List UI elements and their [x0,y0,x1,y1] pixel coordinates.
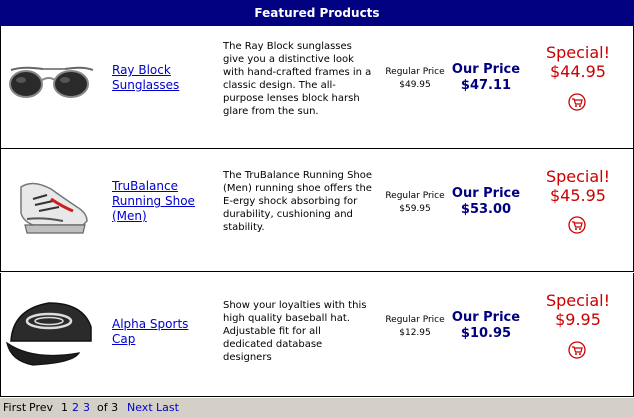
baseball-cap-image[interactable] [3,283,101,383]
page-number-link[interactable]: 3 [83,398,90,417]
regular-price-block: Regular Price $59.95 [381,190,449,216]
product-description: Show your loyalties with this high quali… [223,300,367,363]
first-page-text: First [3,401,27,414]
sunglasses-image[interactable] [3,36,101,136]
product-name-link[interactable]: TruBalance Running Shoe (Men) [112,179,212,224]
product-name-link[interactable]: Alpha Sports Cap [112,317,212,347]
our-price-label: Our Price [451,310,521,325]
our-price-block: Our Price $47.11 [451,62,521,94]
product-description: The TruBalance Running Shoe (Men) runnin… [223,170,373,233]
special-price-value: $44.95 [550,62,606,81]
special-price-value: $9.95 [555,310,601,329]
page-count-text: of 3 [97,401,119,414]
our-price-value: $10.95 [460,326,512,341]
special-label: Special! [545,167,611,186]
special-price-block: Special! $9.95 [533,291,623,329]
regular-price-block: Regular Price $49.95 [381,66,449,92]
product-name-link[interactable]: Ray Block Sunglasses [112,63,212,93]
running-shoe-image[interactable] [3,159,101,259]
regular-price-label: Regular Price [385,191,445,201]
prev-page-text: Prev [29,401,53,414]
last-page-link[interactable]: Last [156,398,179,417]
our-price-label: Our Price [451,62,521,77]
special-label: Special! [545,291,611,310]
special-price-block: Special! $44.95 [533,43,623,81]
our-price-block: Our Price $53.00 [451,186,521,218]
page-number-current: 1 [61,401,68,414]
regular-price-block: Regular Price $12.95 [381,314,449,340]
product-row: TruBalance Running Shoe (Men) The TruBal… [0,149,634,272]
special-price-block: Special! $45.95 [533,167,623,205]
cart-icon[interactable] [568,216,586,234]
product-row: Ray Block Sunglasses The Ray Block sungl… [0,26,634,149]
regular-price-value: $49.95 [399,80,431,90]
featured-products-panel: Featured Products Ray Block Sunglasses T… [0,0,634,417]
regular-price-label: Regular Price [385,315,445,325]
page-number-link[interactable]: 2 [72,398,79,417]
regular-price-value: $12.95 [399,328,431,338]
special-price-value: $45.95 [550,186,606,205]
special-label: Special! [545,43,611,62]
cart-icon[interactable] [568,93,586,111]
regular-price-label: Regular Price [385,67,445,77]
our-price-value: $53.00 [460,202,512,217]
cart-icon[interactable] [568,341,586,359]
pagination-bar: First Prev 1 2 3 of 3 Next Last [0,398,634,417]
product-list: Ray Block Sunglasses The Ray Block sungl… [0,26,634,398]
our-price-value: $47.11 [460,78,512,93]
panel-title: Featured Products [0,0,634,26]
product-description: The Ray Block sunglasses give you a dist… [223,41,372,117]
our-price-label: Our Price [451,186,521,201]
regular-price-value: $59.95 [399,204,431,214]
product-row: Alpha Sports Cap Show your loyalties wit… [0,273,634,397]
our-price-block: Our Price $10.95 [451,310,521,342]
next-page-link[interactable]: Next [127,398,153,417]
